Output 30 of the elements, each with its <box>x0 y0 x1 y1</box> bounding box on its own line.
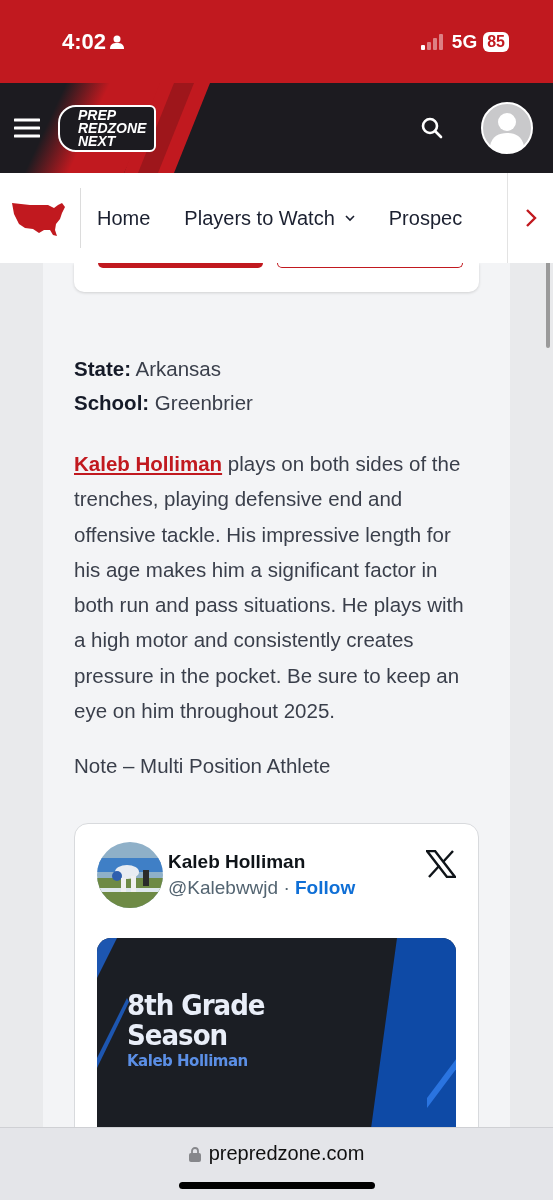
profile-field: State: Arkansas <box>74 352 479 386</box>
tweet-author-name: Kaleb Holliman <box>168 851 307 874</box>
network-label: 5G <box>451 30 478 53</box>
media-subtitle: Kaleb Holliman <box>127 1052 248 1071</box>
separator-dot: · <box>283 877 290 899</box>
player-link[interactable]: Kaleb Holliman <box>74 452 223 475</box>
nav-link[interactable]: Home <box>97 206 151 230</box>
note-text: Note – Multi Position Athlete <box>74 754 332 779</box>
follow-link[interactable]: Follow <box>295 877 356 899</box>
url-text[interactable]: prepredzone.com <box>208 1142 365 1165</box>
caret-icon <box>344 214 355 222</box>
clock-time: 4:02 <box>62 28 107 55</box>
nav-link[interactable]: Prospec <box>388 206 463 230</box>
chevron-right-icon <box>524 208 537 228</box>
signal-icon <box>420 33 444 50</box>
profile-field: School: Greenbrier <box>74 386 479 420</box>
x-logo-icon[interactable] <box>426 850 456 879</box>
nav-link[interactable]: Players to Watch <box>184 206 355 230</box>
person-icon <box>110 34 125 49</box>
bio-paragraph: Kaleb Holliman plays on both sides of the trenches, playing defensive end and offensive tackle. His impressive length for his age makes him a significant factor in both run and pass situations. He plays with a high motor and consistently creates pressure in the pocket. Be sure to keep an eye on him throughout 2025. <box>74 451 465 725</box>
us-map-icon[interactable] <box>10 200 68 236</box>
battery-level: 85 <box>483 31 509 52</box>
site-logo[interactable]: PREP REDZONE NEXT <box>58 104 157 152</box>
tweet-handle: @Kalebwwjd <box>168 877 279 899</box>
menu-icon[interactable] <box>14 118 40 138</box>
avatar-icon[interactable] <box>481 102 533 154</box>
card-button[interactable] <box>277 263 463 268</box>
media-title: 8th Grade Season <box>127 990 265 1051</box>
lock-icon <box>188 1145 201 1162</box>
search-icon[interactable] <box>421 117 443 139</box>
